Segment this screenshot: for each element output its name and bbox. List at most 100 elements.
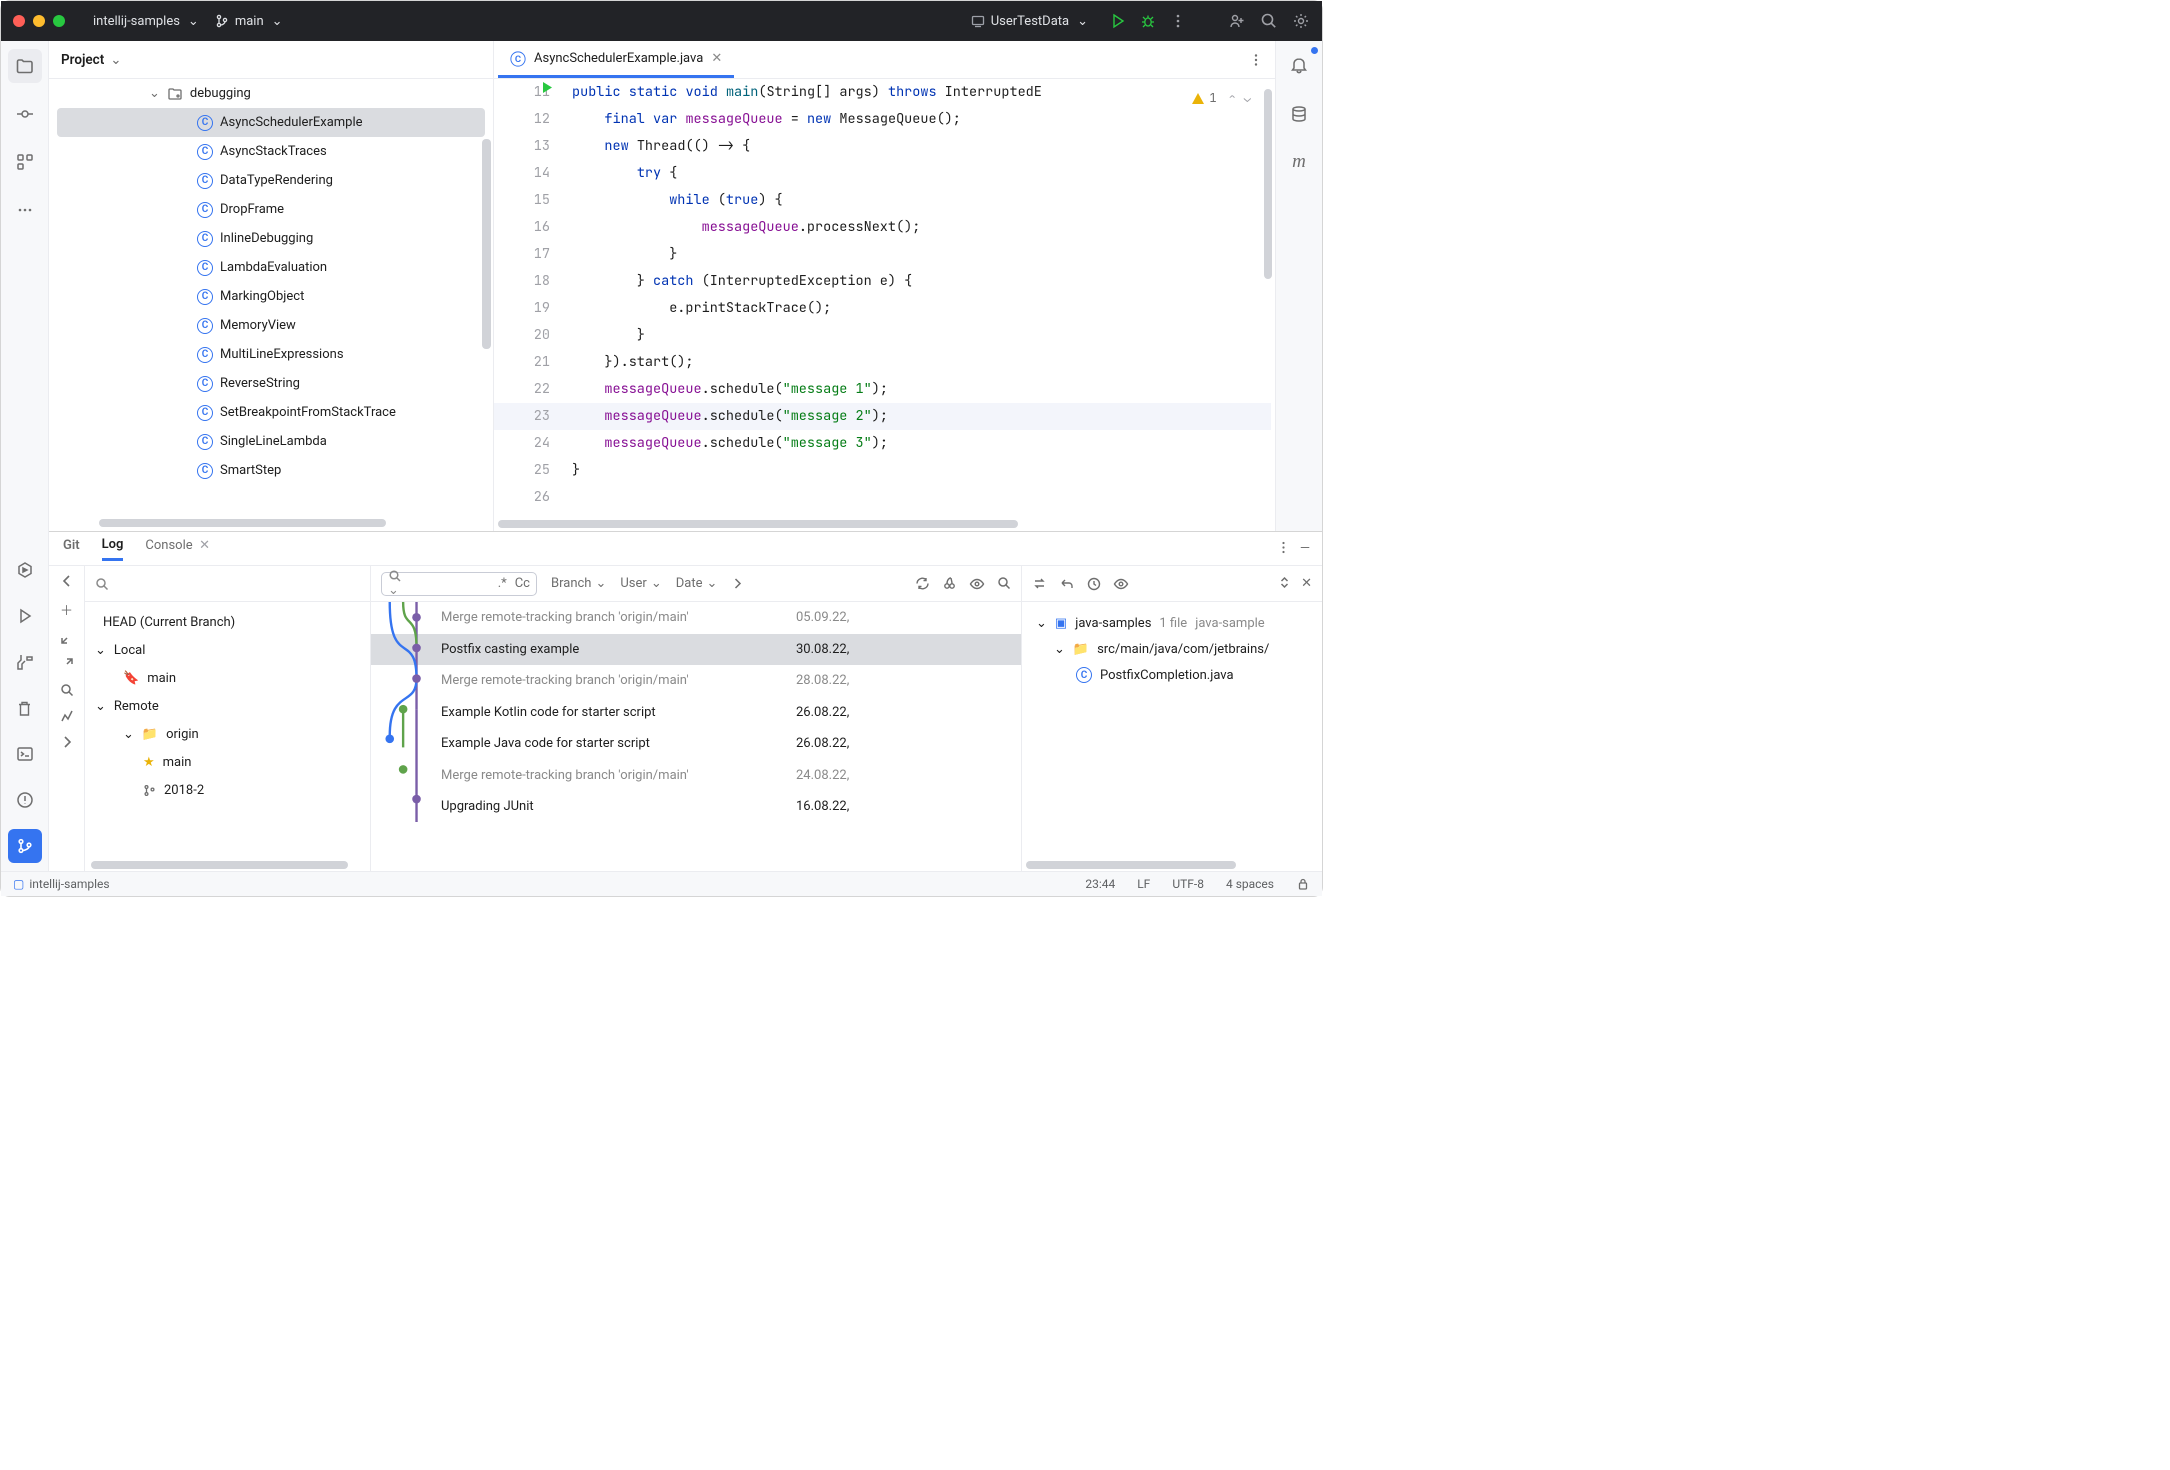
local-group[interactable]: ⌄Local <box>95 636 360 664</box>
add-button[interactable]: ＋ <box>60 600 73 619</box>
more-tools-button[interactable] <box>8 193 42 227</box>
database-tool-button[interactable] <box>1282 97 1316 131</box>
search-button[interactable] <box>60 683 74 697</box>
close-details-button[interactable]: ✕ <box>1301 576 1312 591</box>
readonly-icon[interactable] <box>1296 877 1310 891</box>
notifications-button[interactable] <box>1282 49 1316 83</box>
forward-button[interactable] <box>60 735 74 749</box>
vcs-tool-button[interactable] <box>8 829 42 863</box>
commit-search-input[interactable]: ⌄ .* Cc <box>381 572 537 596</box>
run-button[interactable] <box>1110 13 1126 29</box>
forward-icon[interactable] <box>731 577 744 590</box>
run-config-selector[interactable]: UserTestData ⌄ <box>963 10 1096 33</box>
cursor-position[interactable]: 23:44 <box>1085 877 1115 891</box>
commit-tool-button[interactable] <box>8 97 42 131</box>
structure-tool-button[interactable] <box>8 145 42 179</box>
details-file-row[interactable]: C PostfixCompletion.java <box>1032 662 1312 688</box>
close-window-button[interactable] <box>13 15 25 27</box>
commit-row[interactable]: Example Java code for starter script26.0… <box>371 728 1021 760</box>
run-gutter-icon[interactable] <box>542 82 553 93</box>
tree-file[interactable]: CMultiLineExpressions <box>49 340 493 369</box>
hide-button[interactable]: — <box>1300 541 1310 556</box>
options-button[interactable] <box>1277 541 1290 556</box>
commit-row[interactable]: Merge remote-tracking branch 'origin/mai… <box>371 602 1021 634</box>
horizontal-scrollbar[interactable] <box>99 519 481 529</box>
case-toggle[interactable]: Cc <box>515 576 530 591</box>
line-number[interactable]: 25 <box>494 457 550 484</box>
refresh-button[interactable] <box>915 576 930 592</box>
inspection-badge[interactable]: 1 ⌃ ⌄ <box>1191 85 1251 112</box>
close-icon[interactable]: ✕ <box>199 538 210 553</box>
commit-row[interactable]: Merge remote-tracking branch 'origin/mai… <box>371 665 1021 697</box>
line-number[interactable]: 17 <box>494 241 550 268</box>
tree-file[interactable]: CReverseString <box>49 369 493 398</box>
regex-toggle[interactable]: .* <box>498 576 507 591</box>
horizontal-scrollbar[interactable] <box>498 520 1263 529</box>
line-number[interactable]: 24 <box>494 430 550 457</box>
tab-menu-button[interactable] <box>1237 53 1275 67</box>
problems-tool-button[interactable] <box>8 783 42 817</box>
line-number[interactable]: 15 <box>494 187 550 214</box>
tree-file[interactable]: CMemoryView <box>49 311 493 340</box>
zoom-window-button[interactable] <box>53 15 65 27</box>
branch-filter[interactable]: Branch ⌄ <box>551 576 606 591</box>
vertical-scrollbar[interactable] <box>1264 89 1272 279</box>
module-indicator[interactable]: ▢ intellij-samples <box>13 877 110 891</box>
tree-file[interactable]: CAsyncStackTraces <box>49 137 493 166</box>
tree-file[interactable]: CSetBreakpointFromStackTrace <box>49 398 493 427</box>
vertical-scrollbar[interactable] <box>482 139 491 349</box>
editor-tab[interactable]: C AsyncSchedulerExample.java ✕ <box>498 42 734 78</box>
down-icon[interactable]: ⌄ <box>1244 85 1251 112</box>
tree-file[interactable]: CMarkingObject <box>49 282 493 311</box>
cherry-pick-button[interactable] <box>942 576 957 592</box>
indentation[interactable]: 4 spaces <box>1226 877 1274 891</box>
search-everywhere-button[interactable] <box>1260 12 1278 30</box>
terminal-tool-button[interactable] <box>8 737 42 771</box>
local-branch-main[interactable]: 🔖main <box>95 664 360 692</box>
tree-file[interactable]: CInlineDebugging <box>49 224 493 253</box>
tree-file[interactable]: CSmartStep <box>49 456 493 485</box>
close-tab-button[interactable]: ✕ <box>711 51 722 66</box>
line-number[interactable]: 20 <box>494 322 550 349</box>
gutter[interactable]: 11121314151617181920212223242526 <box>494 79 564 531</box>
line-number[interactable]: 21 <box>494 349 550 376</box>
date-filter[interactable]: Date ⌄ <box>676 576 718 591</box>
expand-out-button[interactable] <box>60 657 74 671</box>
remote-branch-2018-2[interactable]: 2018-2 <box>95 776 360 804</box>
horizontal-scrollbar[interactable] <box>1022 861 1322 871</box>
remote-branch-main[interactable]: ★main <box>95 748 360 776</box>
project-tool-button[interactable] <box>8 49 42 83</box>
build-tool-button[interactable] <box>8 645 42 679</box>
tree-file[interactable]: CAsyncSchedulerExample <box>57 108 485 137</box>
more-actions-button[interactable] <box>1170 13 1186 29</box>
head-branch-row[interactable]: HEAD (Current Branch) <box>95 608 360 636</box>
origin-group[interactable]: ⌄📁origin <box>95 720 360 748</box>
graph-button[interactable] <box>60 709 74 723</box>
debug-button[interactable] <box>1140 13 1156 29</box>
line-number[interactable]: 19 <box>494 295 550 322</box>
line-number[interactable]: 26 <box>494 484 550 511</box>
tree-file[interactable]: CDropFrame <box>49 195 493 224</box>
commit-list[interactable]: Merge remote-tracking branch 'origin/mai… <box>371 602 1021 871</box>
code-editor[interactable]: 11121314151617181920212223242526 public … <box>494 79 1275 531</box>
commit-row[interactable]: Merge remote-tracking branch 'origin/mai… <box>371 760 1021 792</box>
project-panel-header[interactable]: Project ⌄ <box>49 41 493 79</box>
details-repo-row[interactable]: ⌄ ▣ java-samples 1 file java-sample <box>1032 610 1312 636</box>
line-number[interactable]: 14 <box>494 160 550 187</box>
back-button[interactable] <box>60 574 74 588</box>
delete-tool-button[interactable] <box>8 691 42 725</box>
branch-selector[interactable]: main ⌄ <box>207 10 291 33</box>
commit-row[interactable]: Postfix casting example30.08.22, <box>371 634 1021 666</box>
line-number[interactable]: 12 <box>494 106 550 133</box>
line-number[interactable]: 23 <box>494 403 550 430</box>
project-selector[interactable]: intellij-samples ⌄ <box>85 10 207 33</box>
eye-button[interactable] <box>969 576 985 592</box>
line-separator[interactable]: LF <box>1137 877 1150 891</box>
up-icon[interactable]: ⌃ <box>1229 85 1236 112</box>
tree-file[interactable]: CDataTypeRendering <box>49 166 493 195</box>
encoding[interactable]: UTF-8 <box>1172 877 1204 891</box>
user-filter[interactable]: User ⌄ <box>620 576 661 591</box>
line-number[interactable]: 22 <box>494 376 550 403</box>
project-tree[interactable]: ⌄ debugging CAsyncSchedulerExampleCAsync… <box>49 79 493 531</box>
tree-file[interactable]: CSingleLineLambda <box>49 427 493 456</box>
